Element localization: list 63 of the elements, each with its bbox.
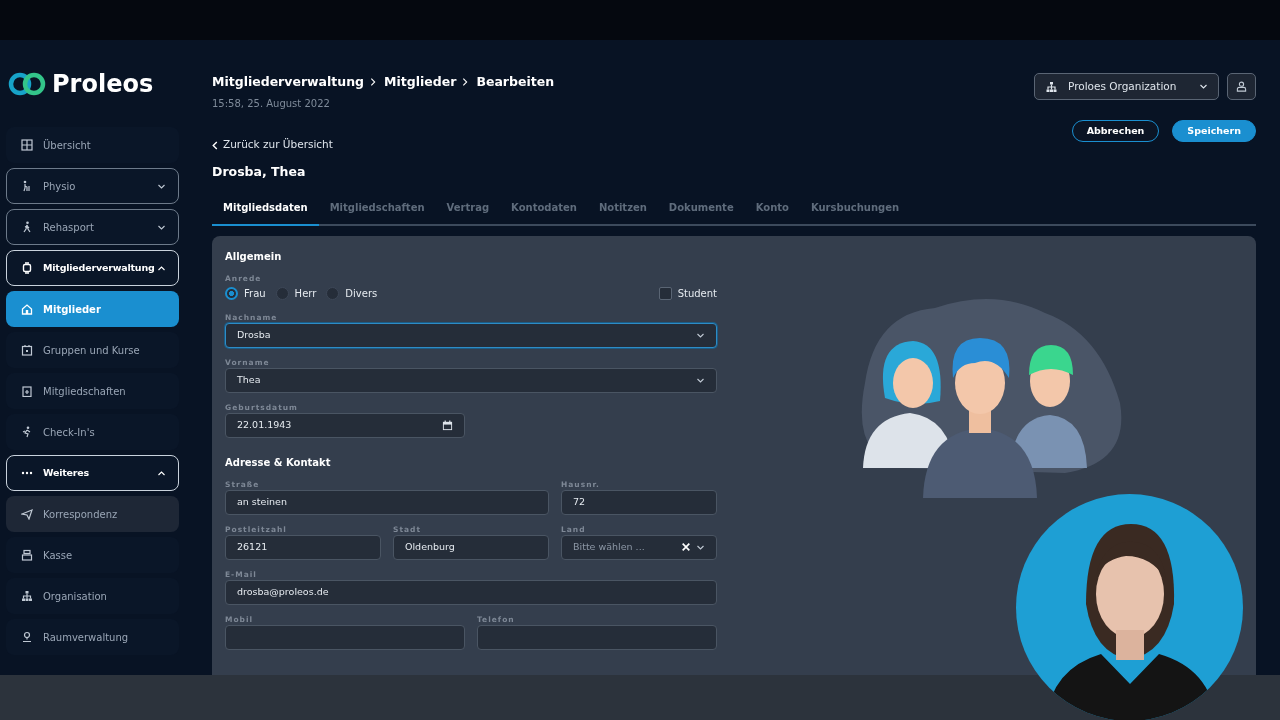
hierarchy-icon xyxy=(1045,80,1058,93)
back-link[interactable]: Zurück zur Übersicht xyxy=(212,137,333,154)
radio-option[interactable]: Divers xyxy=(326,286,378,301)
breadcrumb-link[interactable]: Bearbeiten xyxy=(476,73,555,92)
sidebar-item[interactable]: Raumverwaltung xyxy=(6,619,179,655)
student-checkbox[interactable]: Student xyxy=(658,286,717,301)
input-field[interactable] xyxy=(477,624,717,650)
tab[interactable]: Mitgliedsdaten xyxy=(212,195,319,226)
input-field[interactable]: 26121 xyxy=(225,534,381,560)
member-name: Drosba, Thea xyxy=(212,162,307,181)
input-field[interactable] xyxy=(225,624,465,650)
breadcrumb-link[interactable]: Mitglieder xyxy=(384,73,457,92)
running-person-icon xyxy=(21,426,33,438)
calendar-icon xyxy=(442,419,453,431)
input-field[interactable]: Oldenburg xyxy=(393,534,549,560)
sidebar-item[interactable]: Kasse xyxy=(6,537,179,573)
chevron-up-icon xyxy=(157,468,166,478)
save-button[interactable]: Speichern xyxy=(1172,120,1256,142)
sidebar-item[interactable]: Mitglieder xyxy=(6,291,179,327)
logo-text: Proleos xyxy=(52,69,154,100)
sidebar-item[interactable]: Mitgliedschaften xyxy=(6,373,179,409)
select-field[interactable]: Bitte wählen ... xyxy=(561,534,717,560)
sidebar-item[interactable]: Korrespondenz xyxy=(6,496,179,532)
chevron-down-icon xyxy=(1199,82,1208,91)
watch-icon xyxy=(21,262,33,274)
breadcrumb-link[interactable]: Mitgliederverwaltung xyxy=(212,73,365,92)
section-title: Adresse & Kontakt xyxy=(225,455,332,470)
cash-register-icon xyxy=(21,549,33,561)
radio-option[interactable]: Frau xyxy=(225,286,266,301)
person-cane-icon xyxy=(21,180,33,192)
organization-select[interactable]: Proloes Organization xyxy=(1034,73,1219,100)
timestamp: 15:58, 25. August 2022 xyxy=(212,96,331,111)
sidebar-group[interactable]: Mitgliederverwaltung xyxy=(6,250,179,286)
sidebar-item[interactable]: Organisation xyxy=(6,578,179,614)
calendar-icon xyxy=(21,344,33,356)
house-icon xyxy=(21,303,33,315)
input-field[interactable]: 72 xyxy=(561,489,717,515)
clear-icon xyxy=(682,543,690,551)
sidebar-group[interactable]: Physio xyxy=(6,168,179,204)
cancel-button[interactable]: Abbrechen xyxy=(1071,120,1160,142)
chevron-up-icon xyxy=(157,263,166,273)
paper-plane-icon xyxy=(21,508,33,520)
sidebar-group[interactable]: Weiteres xyxy=(6,455,179,491)
input-field[interactable]: an steinen xyxy=(225,489,549,515)
radio-option[interactable]: Herr xyxy=(275,286,317,301)
date-field[interactable]: 22.01.1943 xyxy=(225,412,465,438)
sidebar-group[interactable]: Rehasport xyxy=(6,209,179,245)
chevron-left-icon xyxy=(212,140,218,150)
user-button[interactable] xyxy=(1227,73,1256,100)
select-field[interactable]: Drosba xyxy=(225,322,717,348)
walking-person-icon xyxy=(21,221,33,233)
grid-icon xyxy=(21,139,33,151)
clipboard-icon xyxy=(21,385,33,397)
select-field[interactable]: Thea xyxy=(225,367,717,393)
input-field[interactable]: drosba@proleos.de xyxy=(225,579,717,605)
section-title: Allgemein xyxy=(225,249,283,264)
hierarchy-icon xyxy=(21,590,33,602)
sidebar-item[interactable]: Gruppen und Kurse xyxy=(6,332,179,368)
sidebar-item[interactable]: Übersicht xyxy=(6,127,179,163)
map-pin-icon xyxy=(21,631,33,643)
user-icon xyxy=(1236,81,1247,92)
logo-icon xyxy=(8,71,46,97)
sidebar-item[interactable]: Check-In's xyxy=(6,414,179,450)
